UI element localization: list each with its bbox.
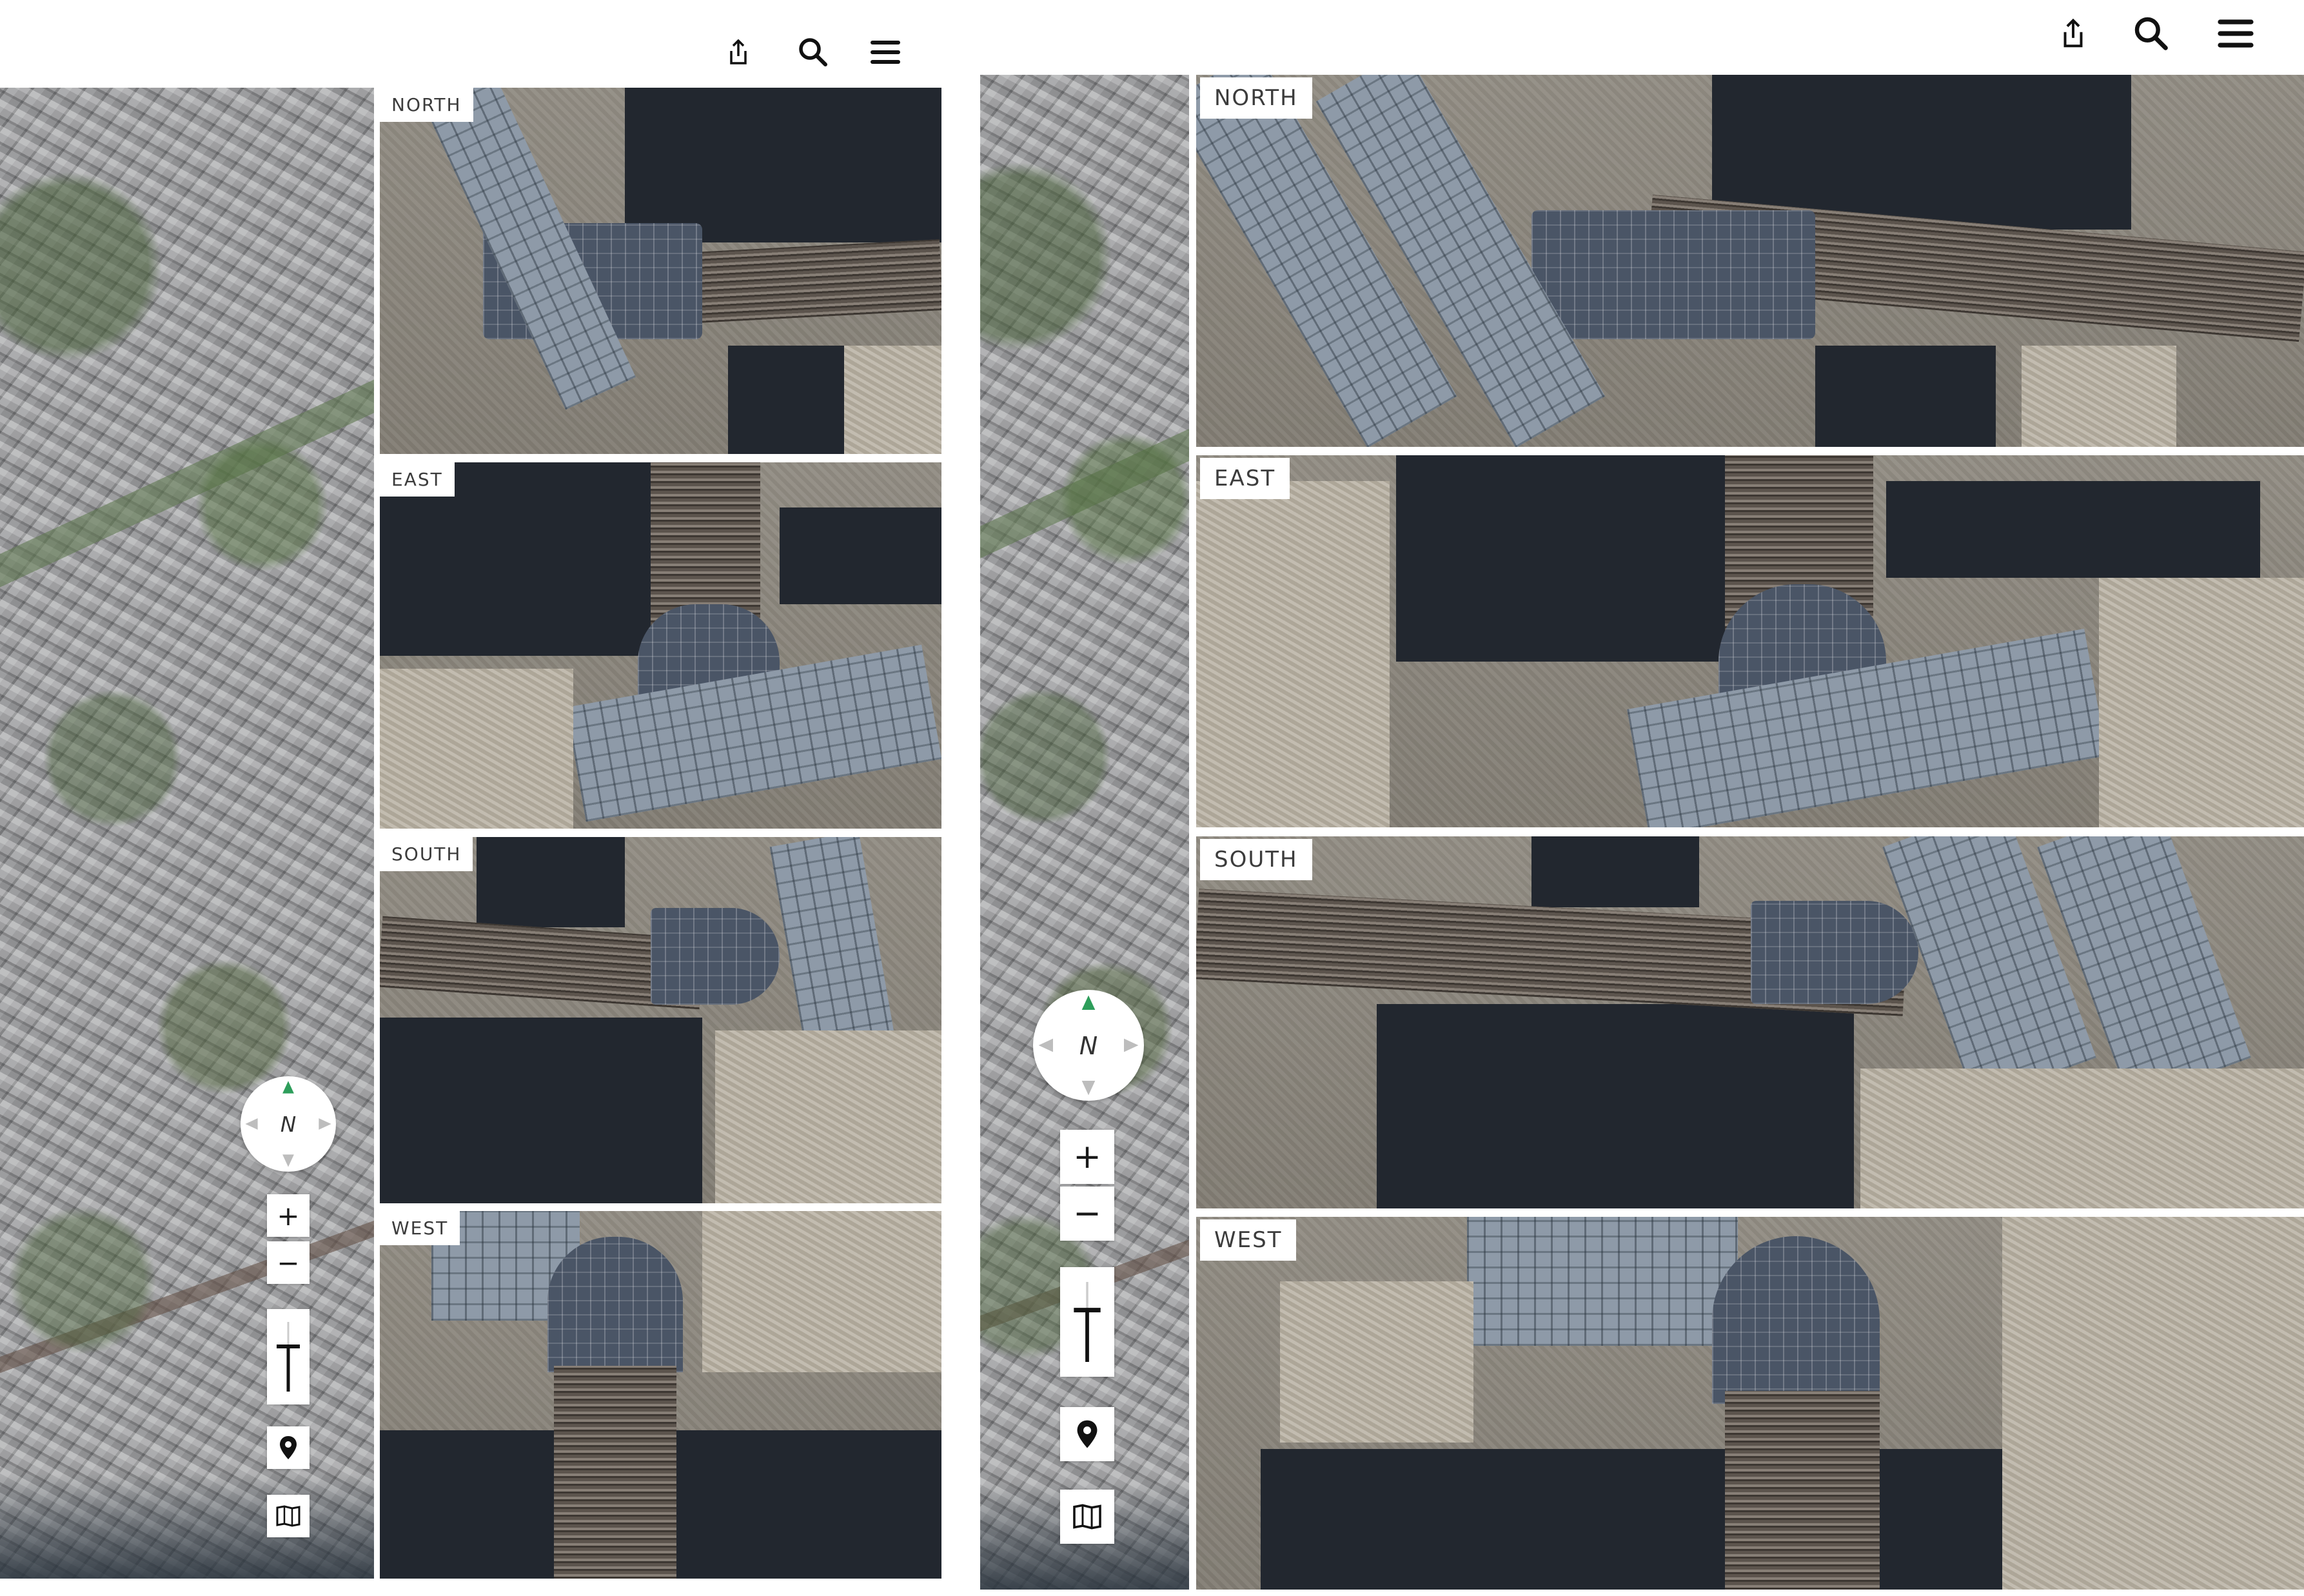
oblique-tile-west[interactable]: WEST (1196, 1217, 2304, 1590)
zoom-in-button[interactable]: + (267, 1194, 310, 1237)
oblique-tile-north[interactable]: NORTH (1196, 75, 2304, 447)
map-book-icon (1073, 1504, 1101, 1530)
tile-label-north: NORTH (380, 88, 473, 122)
zoom-out-label: − (277, 1246, 300, 1279)
compass-icon: N (242, 1078, 335, 1170)
share-icon (2063, 19, 2083, 48)
tile-label-west: WEST (1200, 1219, 1297, 1261)
oblique-tile-west[interactable]: WEST (380, 1211, 941, 1579)
menu-icon (2218, 19, 2254, 48)
zoom-in-label: + (1073, 1138, 1101, 1176)
tile-label-west: WEST (380, 1211, 460, 1245)
zoom-out-button[interactable]: − (267, 1241, 310, 1284)
tilt-icon (1074, 1281, 1101, 1363)
tilt-slider[interactable] (267, 1309, 310, 1404)
tilt-icon (277, 1322, 300, 1392)
tile-label-east: EAST (1200, 458, 1290, 499)
tile-label-south: SOUTH (380, 837, 473, 871)
tile-label-north: NORTH (1200, 77, 1312, 119)
compass-control[interactable]: N (1033, 990, 1144, 1101)
menu-button[interactable] (869, 36, 901, 68)
menu-icon (871, 41, 900, 64)
oblique-tile-north[interactable]: NORTH (380, 88, 941, 454)
tile-label-south: SOUTH (1200, 839, 1312, 880)
viewer-panel-small: NORTH EAST SOUTH WEST N + − (0, 0, 941, 1596)
zoom-out-label: − (1073, 1194, 1101, 1233)
location-pin-icon (1077, 1420, 1098, 1448)
compass-icon: N (1035, 992, 1142, 1099)
zoom-out-button[interactable]: − (1060, 1187, 1114, 1241)
search-button[interactable] (794, 34, 831, 70)
oblique-tile-south[interactable]: SOUTH (380, 837, 941, 1203)
location-pin-icon (280, 1436, 297, 1459)
oblique-tile-east[interactable]: EAST (1196, 455, 2304, 827)
my-location-button[interactable] (267, 1426, 310, 1469)
top-toolbar (0, 0, 941, 86)
menu-button[interactable] (2217, 15, 2254, 52)
tilt-slider[interactable] (1060, 1267, 1114, 1377)
map-layers-button[interactable] (267, 1495, 310, 1537)
compass-north-letter: N (281, 1112, 296, 1137)
map-3d-view[interactable] (0, 88, 374, 1579)
tile-label-east: EAST (380, 462, 455, 497)
viewer-panel-large: NORTH EAST SOUTH WEST N + − (979, 0, 2304, 1596)
zoom-in-button[interactable]: + (1060, 1130, 1114, 1184)
oblique-tile-south[interactable]: SOUTH (1196, 836, 2304, 1208)
share-button[interactable] (722, 35, 754, 70)
search-icon (799, 38, 827, 66)
my-location-button[interactable] (1060, 1407, 1114, 1461)
oblique-tile-east[interactable]: EAST (380, 462, 941, 829)
map-layers-button[interactable] (1060, 1490, 1114, 1544)
top-toolbar-large (979, 0, 2304, 75)
map-book-icon (276, 1505, 300, 1527)
compass-control[interactable]: N (241, 1076, 336, 1172)
compass-north-letter: N (1079, 1032, 1098, 1060)
share-button[interactable] (2056, 14, 2091, 53)
zoom-in-label: + (277, 1199, 300, 1232)
share-icon (730, 39, 747, 64)
search-icon (2134, 17, 2168, 50)
search-button[interactable] (2131, 13, 2171, 53)
